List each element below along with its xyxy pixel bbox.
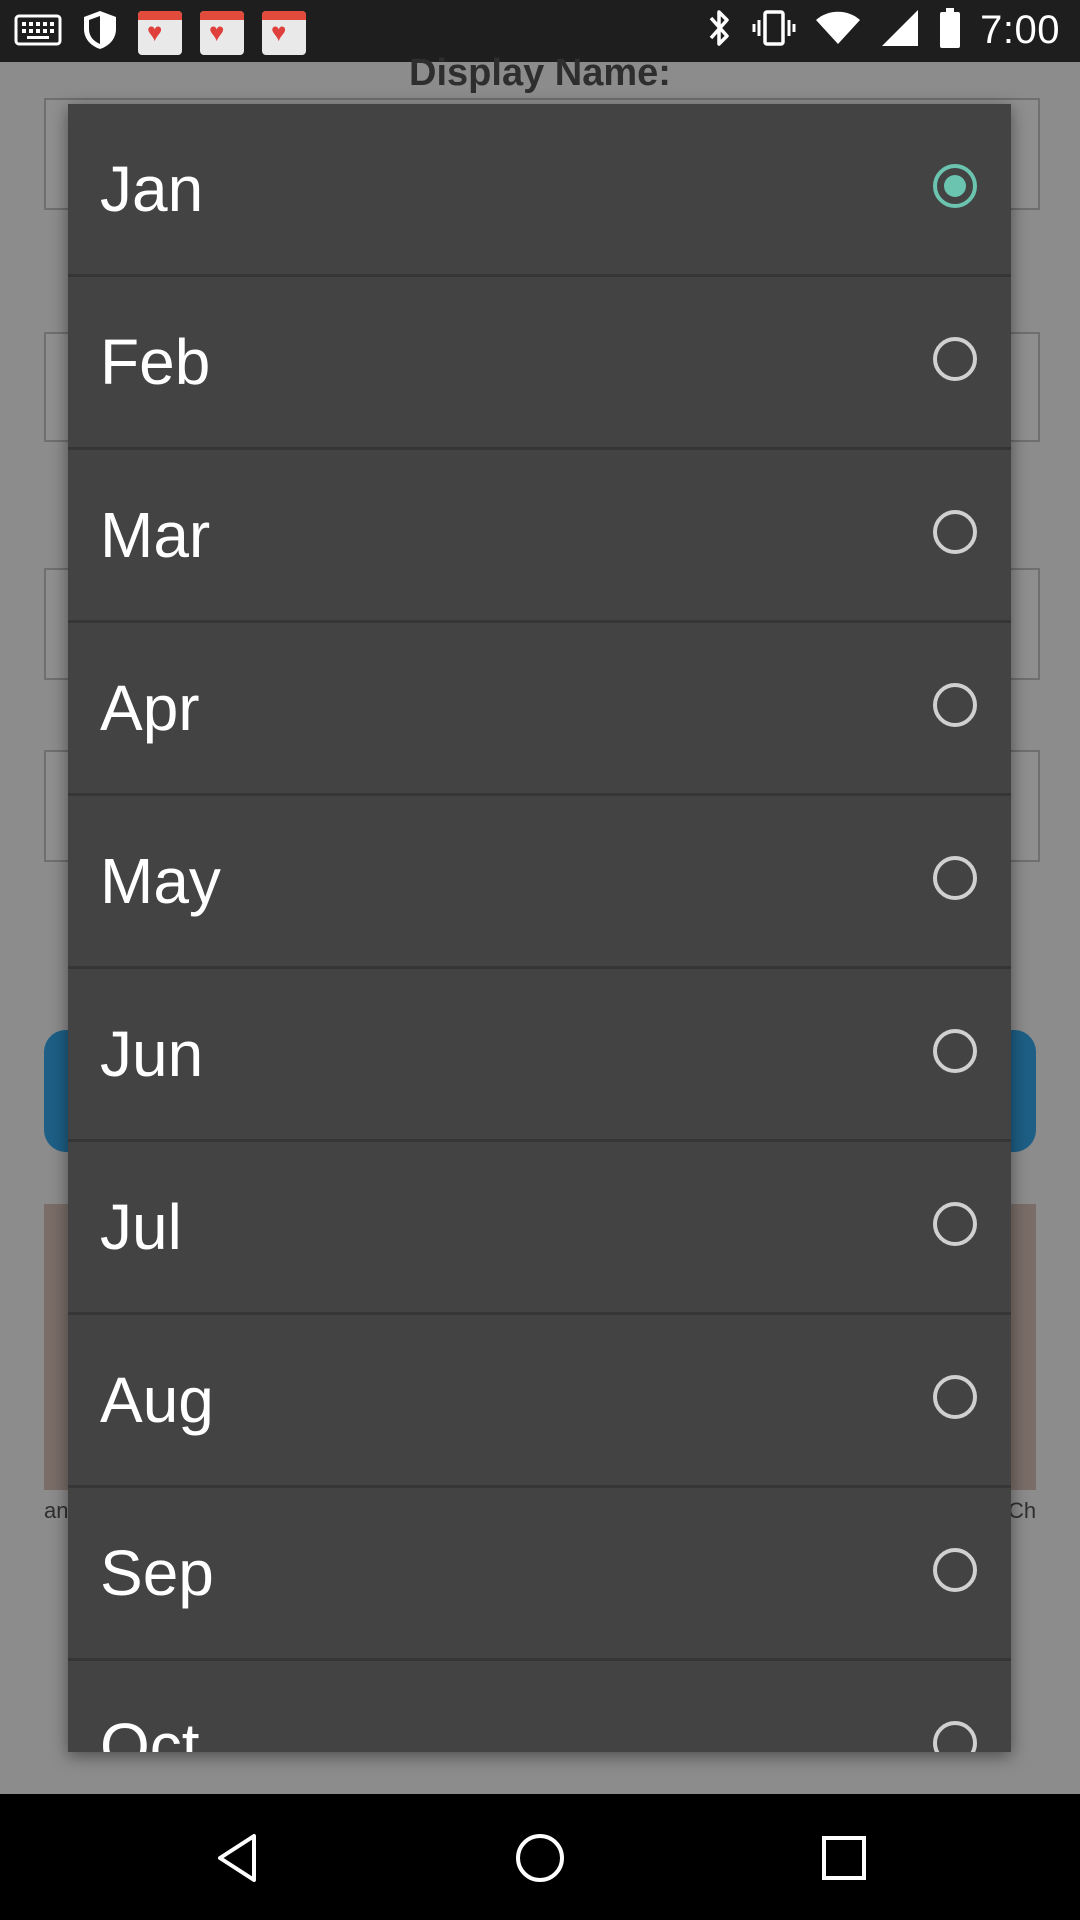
shield-icon bbox=[80, 8, 120, 57]
month-option-may[interactable]: May bbox=[68, 796, 1011, 969]
fastmeet-notification-icon: ♥ bbox=[200, 10, 244, 55]
fastmeet-notification-icon: ♥ bbox=[262, 10, 306, 55]
month-option-label: Jun bbox=[100, 1018, 204, 1090]
navigation-bar bbox=[0, 1794, 1080, 1920]
month-option-label: Jul bbox=[100, 1191, 182, 1263]
radio-button[interactable] bbox=[933, 1721, 977, 1752]
cell-signal-icon bbox=[880, 6, 920, 55]
radio-button[interactable] bbox=[933, 510, 977, 554]
month-option-label: May bbox=[100, 845, 221, 917]
radio-button[interactable] bbox=[933, 683, 977, 727]
display-name-title: Display Name: bbox=[409, 52, 671, 94]
back-icon[interactable] bbox=[210, 1828, 270, 1888]
month-option-label: Aug bbox=[100, 1364, 214, 1436]
month-picker-dialog: Jan Feb Mar Apr May Jun Jul Aug Sep Oct bbox=[68, 104, 1011, 1752]
month-option-sep[interactable]: Sep bbox=[68, 1488, 1011, 1661]
vibrate-icon bbox=[752, 6, 796, 55]
photo-caption: an bbox=[44, 1498, 69, 1523]
keyboard-icon bbox=[14, 10, 62, 55]
radio-button[interactable] bbox=[933, 1029, 977, 1073]
wifi-icon bbox=[814, 6, 862, 55]
month-option-feb[interactable]: Feb bbox=[68, 277, 1011, 450]
status-bar-left: ♥ ♥ ♥ bbox=[14, 8, 306, 57]
radio-button[interactable] bbox=[933, 1375, 977, 1419]
radio-button[interactable] bbox=[933, 1548, 977, 1592]
photo-caption: Ch bbox=[1008, 1498, 1037, 1523]
month-option-jun[interactable]: Jun bbox=[68, 969, 1011, 1142]
month-option-label: Feb bbox=[100, 326, 211, 398]
status-time: 7:00 bbox=[980, 8, 1060, 52]
home-icon[interactable] bbox=[510, 1828, 570, 1888]
month-option-label: Mar bbox=[100, 499, 211, 571]
radio-button[interactable] bbox=[933, 856, 977, 900]
radio-button[interactable] bbox=[933, 337, 977, 381]
bluetooth-icon bbox=[704, 6, 734, 55]
recents-icon[interactable] bbox=[814, 1828, 874, 1888]
month-option-aug[interactable]: Aug bbox=[68, 1315, 1011, 1488]
month-option-apr[interactable]: Apr bbox=[68, 623, 1011, 796]
radio-button-selected[interactable] bbox=[933, 164, 977, 208]
month-option-jan[interactable]: Jan bbox=[68, 104, 1011, 277]
month-option-label: Jan bbox=[100, 153, 204, 225]
month-option-label: Oct bbox=[100, 1710, 200, 1752]
fastmeet-notification-icon: ♥ bbox=[138, 10, 182, 55]
radio-button[interactable] bbox=[933, 1202, 977, 1246]
month-option-mar[interactable]: Mar bbox=[68, 450, 1011, 623]
month-option-label: Apr bbox=[100, 672, 200, 744]
month-option-label: Sep bbox=[100, 1537, 214, 1609]
month-option-jul[interactable]: Jul bbox=[68, 1142, 1011, 1315]
battery-icon bbox=[938, 6, 962, 55]
status-bar-right: 7:00 bbox=[704, 6, 1060, 55]
month-option-oct[interactable]: Oct bbox=[68, 1661, 1011, 1752]
